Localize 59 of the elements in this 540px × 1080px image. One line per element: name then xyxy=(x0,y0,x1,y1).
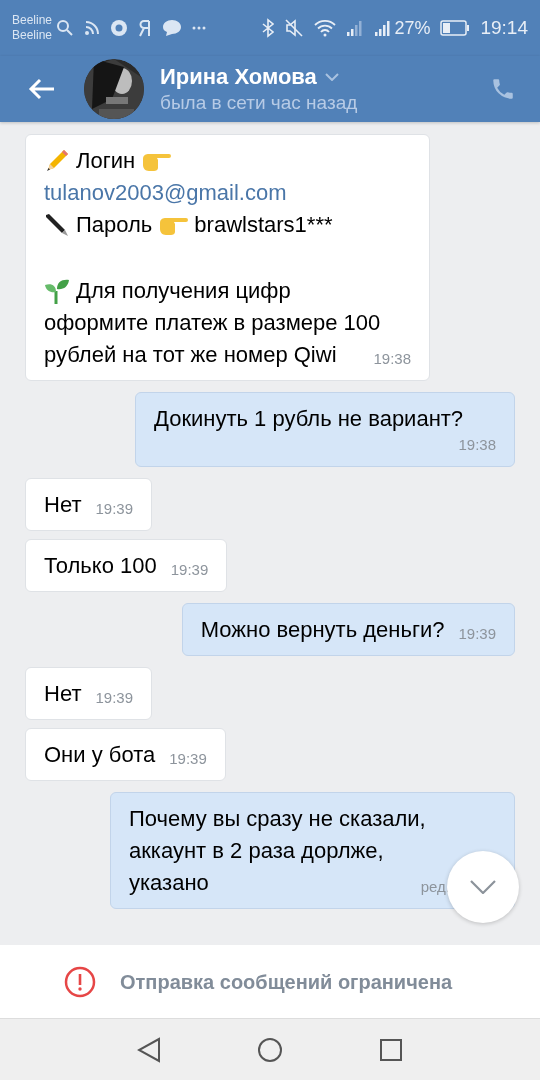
more-icon xyxy=(192,26,207,30)
chevron-down-icon xyxy=(470,880,496,894)
email-link[interactable]: tulanov2003@gmail.com xyxy=(44,177,287,209)
message-time: 19:38 xyxy=(458,435,496,455)
message-text: Они у бота xyxy=(44,741,156,769)
battery-percent: 27% xyxy=(394,16,431,40)
message-text: Почему вы сразу не сказали, xyxy=(129,805,426,833)
carrier-label: Beeline xyxy=(12,13,53,28)
carrier-label: Beeline xyxy=(12,28,53,43)
back-triangle-icon[interactable] xyxy=(137,1036,161,1063)
recent-apps-square-icon[interactable] xyxy=(379,1037,403,1062)
incoming-message-bubble[interactable]: Нет 19:39 xyxy=(25,667,152,720)
outgoing-message-bubble[interactable]: Можно вернуть деньги? 19:39 xyxy=(181,603,515,656)
message-time: 19:39 xyxy=(170,560,209,580)
message-text: Логин xyxy=(76,147,136,175)
message-text: указано xyxy=(129,869,209,897)
warning-icon xyxy=(64,965,96,998)
message-text: аккаунт в 2 раза дорлже, xyxy=(129,837,384,865)
outgoing-message-bubble[interactable]: Докинуть 1 рубль не вариант? 19:38 xyxy=(135,392,515,467)
sprout-icon xyxy=(44,277,70,305)
message-time: 19:39 xyxy=(95,688,133,708)
message-text: Нет xyxy=(44,680,82,708)
pen-icon xyxy=(44,212,70,238)
wifi-icon xyxy=(314,19,337,37)
chat-bubble-icon xyxy=(162,19,183,37)
contact-name[interactable]: Ирина Хомова xyxy=(160,63,317,91)
battery-icon xyxy=(440,20,471,36)
bluetooth-icon xyxy=(262,18,275,38)
signal-icon xyxy=(346,19,365,37)
incoming-message-bubble[interactable]: Нет 19:39 xyxy=(25,478,152,531)
message-text: Для получения цифр xyxy=(76,277,291,305)
message-text: Нет xyxy=(44,491,82,519)
last-seen-status: была в сети час назад xyxy=(160,91,358,115)
edited-label: ред. xyxy=(420,877,450,897)
outgoing-message-bubble[interactable]: Почему вы сразу не сказали, аккаунт в 2 раза дорлже, указано ред. xyxy=(110,792,515,909)
message-text: Только 100 xyxy=(44,552,157,580)
pencil-icon xyxy=(44,148,70,174)
back-arrow-icon[interactable] xyxy=(28,77,56,101)
clock: 19:14 xyxy=(480,15,528,40)
message-text: оформите платеж в размере 100 xyxy=(44,309,381,337)
rss-icon xyxy=(84,20,101,36)
message-text: Пароль xyxy=(76,211,153,239)
search-icon xyxy=(56,19,75,37)
home-circle-icon[interactable] xyxy=(257,1036,283,1063)
message-time: 19:39 xyxy=(95,499,133,519)
restriction-notice: Отправка сообщений ограничена xyxy=(120,969,453,995)
message-time: 19:38 xyxy=(373,349,411,369)
signal-icon xyxy=(374,19,393,37)
message-text: рублей на тот же номер Qiwi xyxy=(44,341,337,369)
message-time: 19:39 xyxy=(169,749,207,769)
muted-speaker-icon xyxy=(284,18,305,38)
letter-icon xyxy=(138,19,153,37)
incoming-message-bubble[interactable]: Логин tulanov2003@gmail.com Пароль brawlstars1*** Для получения цифр оформите платеж в размере 100 рублей на тот же номер Qiwi 19:38 xyxy=(25,134,430,381)
message-text: Докинуть 1 рубль не вариант? xyxy=(154,405,464,433)
message-text: Можно вернуть деньги? xyxy=(200,616,445,644)
message-text: brawlstars1*** xyxy=(194,211,333,239)
message-time: 19:39 xyxy=(458,624,496,644)
incoming-message-bubble[interactable]: Они у бота 19:39 xyxy=(25,728,226,781)
incoming-message-bubble[interactable]: Только 100 19:39 xyxy=(25,539,228,592)
